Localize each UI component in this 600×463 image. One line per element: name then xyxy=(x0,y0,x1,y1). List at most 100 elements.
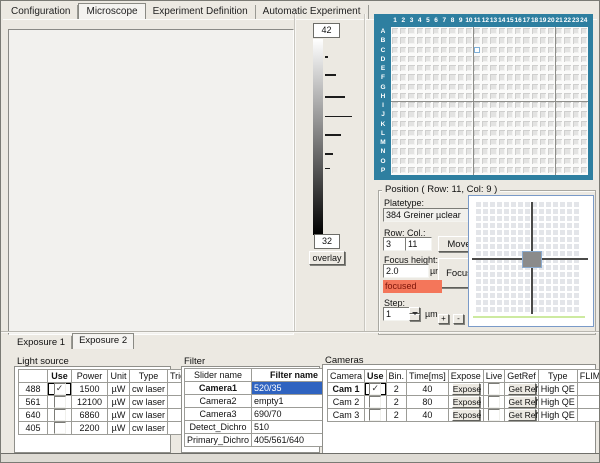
well[interactable] xyxy=(474,55,481,62)
well[interactable] xyxy=(556,37,563,44)
well[interactable] xyxy=(539,157,546,164)
well[interactable] xyxy=(400,129,407,136)
well[interactable] xyxy=(392,157,399,164)
well[interactable] xyxy=(498,139,505,146)
well[interactable] xyxy=(482,92,489,99)
well[interactable] xyxy=(506,120,514,127)
well[interactable] xyxy=(572,83,579,90)
checkbox[interactable] xyxy=(488,396,500,408)
well[interactable] xyxy=(556,139,563,146)
well[interactable] xyxy=(465,102,473,109)
well[interactable] xyxy=(465,83,473,90)
well[interactable] xyxy=(556,46,563,53)
well[interactable] xyxy=(400,55,407,62)
well[interactable] xyxy=(556,129,563,136)
platetype-field[interactable]: 384 Greiner µclear xyxy=(383,208,471,222)
well[interactable] xyxy=(539,120,546,127)
well[interactable] xyxy=(441,157,448,164)
well[interactable] xyxy=(433,111,440,118)
well[interactable] xyxy=(424,111,432,118)
well[interactable] xyxy=(465,46,473,53)
well[interactable] xyxy=(424,28,432,35)
well[interactable] xyxy=(580,65,587,72)
well[interactable] xyxy=(474,28,481,35)
well[interactable] xyxy=(547,83,555,90)
well[interactable] xyxy=(490,37,497,44)
time-cell[interactable]: 40 xyxy=(406,408,449,422)
well[interactable] xyxy=(531,74,538,81)
well[interactable] xyxy=(482,102,489,109)
well[interactable] xyxy=(441,120,448,127)
well[interactable] xyxy=(449,111,456,118)
well[interactable] xyxy=(441,65,448,72)
well[interactable] xyxy=(433,129,440,136)
well[interactable] xyxy=(506,157,514,164)
well[interactable] xyxy=(531,139,538,146)
tab-configuration[interactable]: Configuration xyxy=(4,5,79,19)
well[interactable] xyxy=(531,55,538,62)
well[interactable] xyxy=(482,148,489,155)
well[interactable] xyxy=(392,55,399,62)
well[interactable] xyxy=(531,83,538,90)
well[interactable] xyxy=(433,65,440,72)
well[interactable] xyxy=(441,28,448,35)
well[interactable] xyxy=(441,55,448,62)
well[interactable] xyxy=(449,157,456,164)
well[interactable] xyxy=(424,92,432,99)
well[interactable] xyxy=(433,46,440,53)
well[interactable] xyxy=(515,55,522,62)
well[interactable] xyxy=(572,65,579,72)
well[interactable] xyxy=(392,37,399,44)
well[interactable] xyxy=(580,148,587,155)
well[interactable] xyxy=(523,157,530,164)
well[interactable] xyxy=(498,46,505,53)
well[interactable] xyxy=(531,65,538,72)
well[interactable] xyxy=(457,74,464,81)
well[interactable] xyxy=(433,37,440,44)
well[interactable] xyxy=(556,92,563,99)
well[interactable] xyxy=(490,83,497,90)
row-input[interactable]: 3 xyxy=(383,237,406,251)
well[interactable] xyxy=(523,83,530,90)
well[interactable] xyxy=(400,83,407,90)
well[interactable] xyxy=(400,111,407,118)
well[interactable] xyxy=(392,92,399,99)
well[interactable] xyxy=(400,92,407,99)
well[interactable] xyxy=(515,157,522,164)
well[interactable] xyxy=(482,83,489,90)
well[interactable] xyxy=(441,111,448,118)
well[interactable] xyxy=(465,65,473,72)
tab-experiment-definition[interactable]: Experiment Definition xyxy=(146,5,256,19)
well[interactable] xyxy=(482,55,489,62)
well[interactable] xyxy=(490,65,497,72)
well[interactable] xyxy=(547,37,555,44)
well[interactable] xyxy=(433,28,440,35)
well[interactable] xyxy=(392,46,399,53)
well[interactable] xyxy=(564,37,571,44)
well[interactable] xyxy=(400,120,407,127)
well[interactable] xyxy=(556,120,563,127)
well[interactable] xyxy=(449,148,456,155)
well[interactable] xyxy=(449,28,456,35)
well[interactable] xyxy=(392,139,399,146)
well[interactable] xyxy=(564,148,571,155)
well[interactable] xyxy=(482,37,489,44)
well[interactable] xyxy=(580,83,587,90)
focus-minus-button[interactable]: - xyxy=(453,314,464,324)
well[interactable] xyxy=(506,102,514,109)
well[interactable] xyxy=(474,166,481,173)
well[interactable] xyxy=(523,148,530,155)
well[interactable] xyxy=(531,111,538,118)
well[interactable] xyxy=(424,129,432,136)
well[interactable] xyxy=(515,102,522,109)
well[interactable] xyxy=(498,120,505,127)
well[interactable] xyxy=(400,65,407,72)
well[interactable] xyxy=(506,92,514,99)
well[interactable] xyxy=(457,102,464,109)
well[interactable] xyxy=(556,111,563,118)
col-input[interactable]: 11 xyxy=(405,237,432,251)
well[interactable] xyxy=(424,83,432,90)
well[interactable] xyxy=(506,65,514,72)
well[interactable] xyxy=(515,139,522,146)
well[interactable] xyxy=(498,102,505,109)
